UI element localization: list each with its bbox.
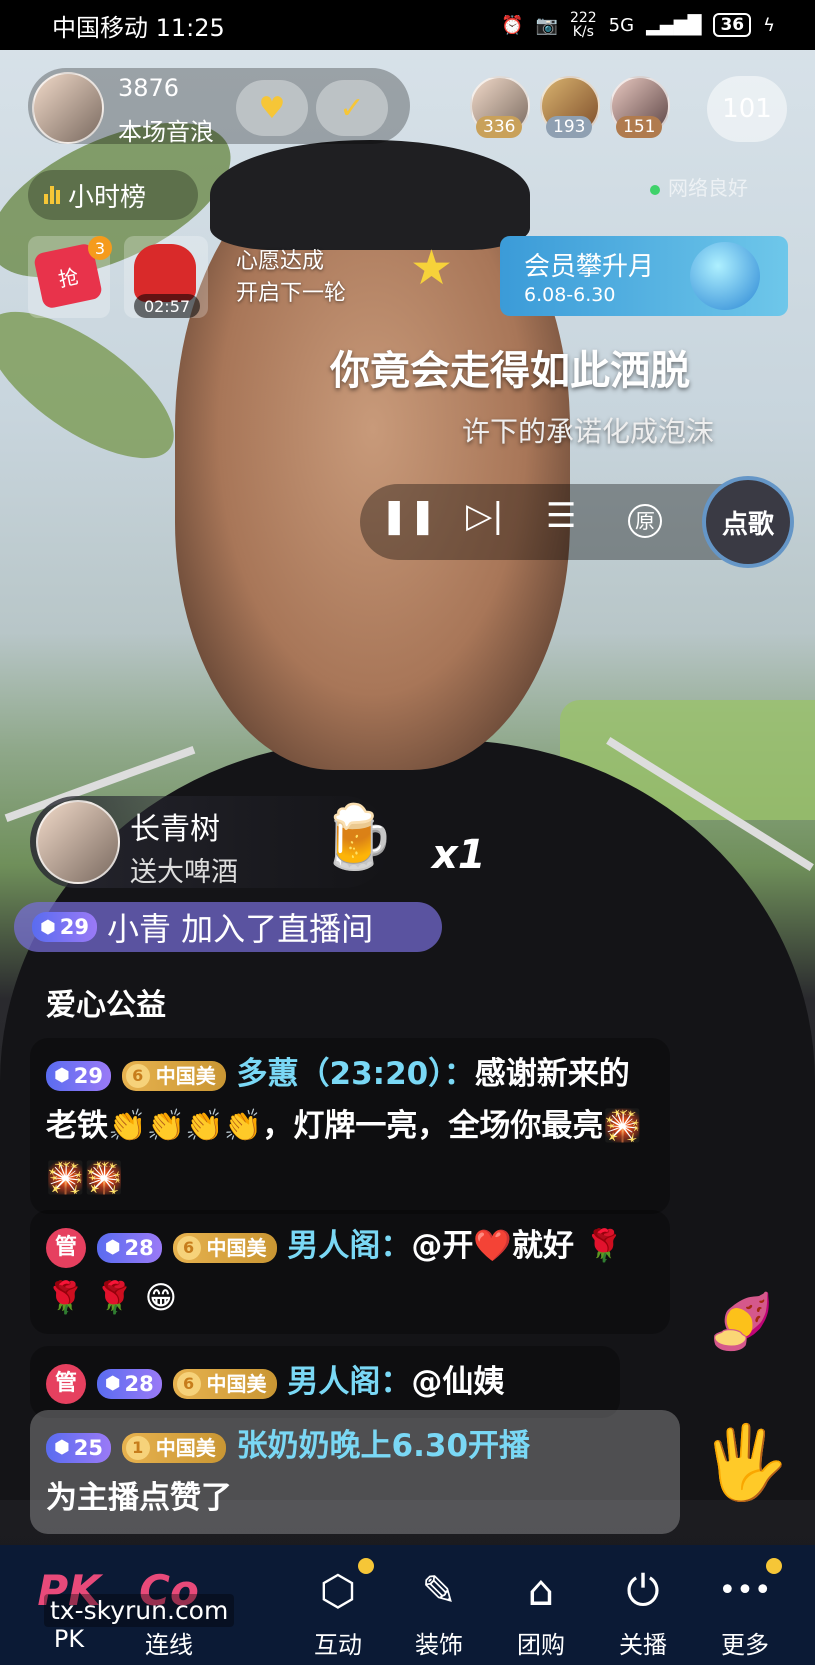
join-notification: 29 小青 加入了直播间 [14, 902, 442, 952]
chat-message[interactable]: 管 28 6中国美 男人阁：@开❤️就好 🌹 🌹 🌹 😁 [30, 1210, 670, 1334]
lyric-current: 你竟会走得如此洒脱 [330, 348, 690, 394]
fan-badge: 1 中国美 [121, 1432, 226, 1463]
gift-sender-name: 长青树 [130, 812, 220, 847]
lucky-bag-timer: 02:57 [134, 294, 200, 318]
join-text: 小青 加入了直播间 [106, 910, 374, 948]
online-count-button[interactable]: 101 [707, 76, 787, 142]
hourly-rank-label: 小时榜 [68, 182, 147, 213]
streamer-hair [210, 140, 530, 250]
chat-username[interactable]: 张奶奶晚上6.30开播 [237, 1428, 531, 1464]
power-icon: ⏻ [626, 1566, 660, 1615]
pause-icon[interactable]: ❚❚ [380, 496, 437, 536]
chat-message[interactable]: 29 6中国美 多蕙（23:20）：感谢新来的老铁👏👏👏👏，灯牌一亮，全场你最亮… [30, 1038, 670, 1214]
camera-icon: 📷 [535, 14, 558, 36]
original-vocal-button[interactable]: 原 [628, 504, 662, 538]
interact-label: 互动 [314, 1631, 362, 1659]
decorate-button[interactable]: ✎ 装饰 [396, 1565, 482, 1660]
charging-icon: ϟ [763, 14, 775, 36]
chat-text: @仙姨 [411, 1364, 505, 1400]
user-level-badge: 25 [46, 1432, 111, 1463]
chat-username[interactable]: 男人阁： [287, 1364, 411, 1400]
chat-username[interactable]: 多蕙（23:20）： [237, 1056, 475, 1092]
fan-badge: 6 中国美 [172, 1232, 277, 1263]
top-fan-score: 193 [546, 116, 593, 138]
admin-badge: 管 [46, 1363, 86, 1404]
heart-icon: ♥ [258, 90, 286, 126]
star-icon: ★ [410, 240, 454, 296]
gift-description: 送大啤酒 [130, 857, 238, 888]
fan-badge: 6 中国美 [172, 1368, 277, 1399]
gift-animation-icon[interactable]: 🍠 [708, 1290, 775, 1354]
top-fan-score: 151 [616, 116, 663, 138]
like-hand-icon[interactable]: 🖐 [700, 1420, 790, 1505]
fan-badge: 6 中国美 [121, 1060, 226, 1091]
alarm-icon: ⏰ [501, 14, 524, 36]
interact-notification-dot [358, 1558, 374, 1574]
red-packet-count: 3 [88, 236, 112, 260]
user-level-badge: 29 [32, 912, 97, 942]
decorate-label: 装饰 [415, 1631, 463, 1659]
group-buy-label: 团购 [517, 1631, 565, 1659]
sound-wave-label: 本场音浪 [118, 118, 214, 146]
chat-text: 为主播点赞了 [46, 1480, 232, 1516]
network-type: 5G [608, 14, 635, 36]
gift-count: x1 [432, 832, 486, 878]
hourly-rank-button[interactable]: 小时榜 [28, 170, 198, 220]
fan-club-button[interactable]: ✓ [316, 80, 388, 136]
signal-icon: ▂▄▆█ [646, 14, 702, 36]
more-notification-dot [766, 1558, 782, 1574]
chat-username[interactable]: 男人阁： [287, 1228, 411, 1264]
rank-bars-icon [44, 186, 60, 204]
check-icon: ✓ [339, 90, 365, 126]
more-label: 更多 [721, 1631, 769, 1659]
heart-button[interactable]: ♥ [236, 80, 308, 136]
user-level-badge: 28 [96, 1232, 162, 1263]
beer-icon: 🍺 [318, 800, 396, 873]
wish-banner[interactable]: 心愿达成 开启下一轮 [236, 246, 346, 310]
carrier-time: 中国移动 11:25 [52, 13, 225, 42]
net-speed: 222 K/s [569, 10, 597, 40]
status-bar: 中国移动 11:25 ⏰ 📷 222 K/s 5G ▂▄▆█ 36 ϟ [0, 0, 815, 50]
charity-label: 爱心公益 [46, 988, 166, 1023]
interact-button[interactable]: ⬡ 互动 [295, 1565, 381, 1660]
wish-line1: 心愿达成 [236, 249, 325, 274]
top-fan-score: 336 [476, 116, 523, 138]
network-status: 网络良好 [650, 172, 748, 201]
wish-line2: 开启下一轮 [236, 281, 347, 306]
end-stream-button[interactable]: ⏻ 关播 [600, 1565, 686, 1660]
chat-message[interactable]: 管 28 6中国美 男人阁：@仙姨 [30, 1346, 620, 1418]
store-icon: ⌂ [527, 1566, 555, 1615]
user-level-badge: 28 [96, 1368, 162, 1399]
end-stream-label: 关播 [619, 1631, 667, 1659]
pk-label: PK [53, 1625, 85, 1653]
user-level-badge: 29 [46, 1060, 111, 1091]
connect-label: 连线 [145, 1631, 193, 1659]
vip-title: 会员攀升月 [524, 252, 655, 282]
chat-message[interactable]: 25 1中国美 张奶奶晚上6.30开播为主播点赞了 [30, 1410, 680, 1534]
wand-icon: ✎ [421, 1566, 457, 1615]
admin-badge: 管 [46, 1227, 86, 1268]
host-avatar[interactable] [32, 72, 104, 144]
sound-wave-count: 3876 [118, 74, 180, 102]
group-buy-button[interactable]: ⌂ 团购 [498, 1565, 584, 1660]
more-button[interactable]: ••• 更多 [702, 1565, 788, 1660]
lyric-next: 许下的承诺化成泡沫 [462, 415, 715, 448]
gift-sender-avatar[interactable] [36, 800, 120, 884]
vip-date: 6.08-6.30 [524, 284, 616, 306]
request-song-button[interactable]: 点歌 [702, 476, 794, 568]
live-stream-screen: 中国移动 11:25 ⏰ 📷 222 K/s 5G ▂▄▆█ 36 ϟ 3876… [0, 0, 815, 1665]
watermark: tx-skyrun.com [44, 1594, 235, 1627]
vip-gem-icon [690, 242, 760, 310]
next-track-icon[interactable]: ▷| [466, 496, 504, 536]
equalizer-icon[interactable]: ☰ [546, 496, 576, 536]
battery-level: 36 [713, 13, 752, 37]
